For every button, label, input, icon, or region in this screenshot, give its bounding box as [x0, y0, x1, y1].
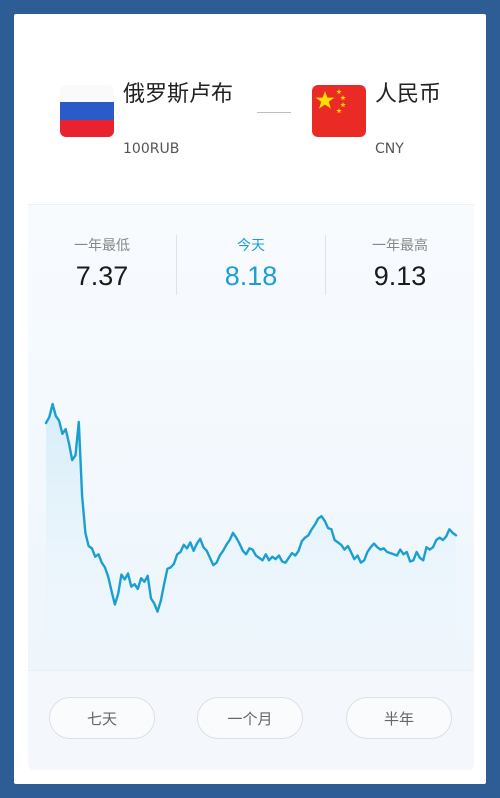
range-button-7d[interactable]: 七天 [49, 697, 155, 739]
range-selector-bar: 七天 一个月 半年 [28, 670, 474, 770]
from-currency-code: 100RUB [123, 141, 180, 157]
rate-area-fill [46, 404, 456, 654]
currency-pair-header: 俄罗斯卢布 100RUB 人民币 CNY [28, 28, 474, 204]
pair-separator [257, 112, 291, 113]
exchange-card: 俄罗斯卢布 100RUB 人民币 CNY 一年最低 7.37 今天 8.18 一 [28, 28, 474, 770]
to-currency-name[interactable]: 人民币 [375, 76, 441, 108]
china-flag-big-star [315, 91, 335, 109]
russia-flag-icon[interactable] [60, 85, 114, 137]
range-button-1m[interactable]: 一个月 [197, 697, 303, 739]
rate-line-chart[interactable] [28, 204, 474, 670]
china-flag-icon[interactable] [312, 85, 366, 137]
from-currency-name[interactable]: 俄罗斯卢布 [123, 76, 233, 108]
range-button-6m[interactable]: 半年 [346, 697, 452, 739]
to-currency-code: CNY [375, 141, 404, 157]
